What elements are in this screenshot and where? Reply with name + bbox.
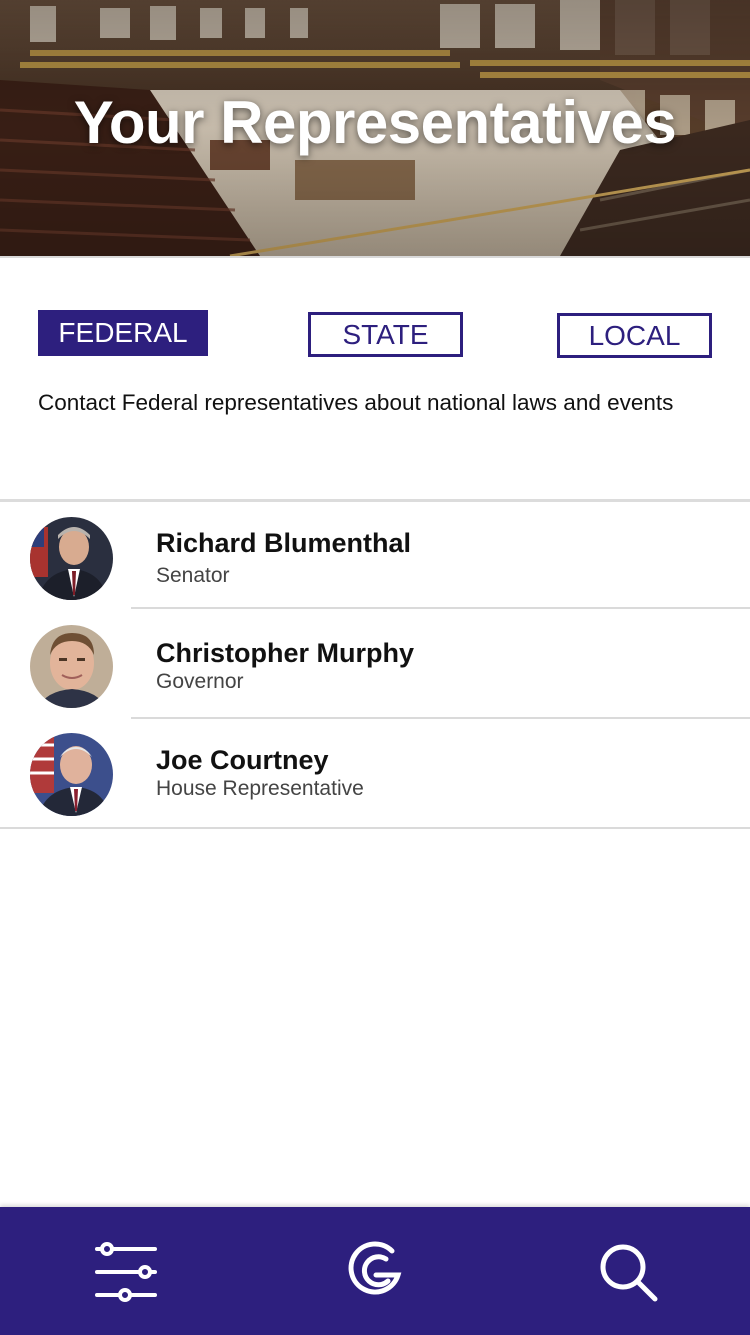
representative-role: Senator (156, 564, 230, 587)
bottom-nav (0, 1207, 750, 1335)
sliders-icon (95, 1242, 157, 1302)
representative-role: Governor (156, 670, 244, 693)
avatar (30, 517, 113, 600)
tab-state[interactable]: STATE (308, 312, 463, 357)
representative-role: House Representative (156, 777, 364, 800)
avatar (30, 625, 113, 708)
tab-federal[interactable]: FEDERAL (38, 310, 208, 356)
list-bottom-divider (0, 827, 750, 829)
row-divider (131, 607, 750, 609)
avatar (30, 733, 113, 816)
nav-search-button[interactable] (593, 1237, 663, 1307)
tab-description: Contact Federal representatives about na… (38, 390, 674, 415)
representative-row[interactable]: Joe Courtney House Representative (0, 720, 750, 828)
g-logo-icon (348, 1241, 402, 1295)
nav-filters-button[interactable] (91, 1237, 161, 1307)
hero-divider (0, 256, 750, 258)
search-icon (600, 1244, 658, 1302)
row-divider (131, 717, 750, 719)
hero-header: Your Representatives (0, 0, 750, 256)
representative-name: Joe Courtney (156, 745, 329, 775)
nav-home-button[interactable] (340, 1237, 410, 1307)
representative-row[interactable]: Christopher Murphy Governor (0, 610, 750, 718)
tab-local[interactable]: LOCAL (557, 313, 712, 358)
representative-name: Christopher Murphy (156, 638, 415, 668)
page-title: Your Representatives (73, 89, 677, 156)
representative-name: Richard Blumenthal (156, 528, 412, 558)
representative-row[interactable]: Richard Blumenthal Senator (0, 502, 750, 610)
